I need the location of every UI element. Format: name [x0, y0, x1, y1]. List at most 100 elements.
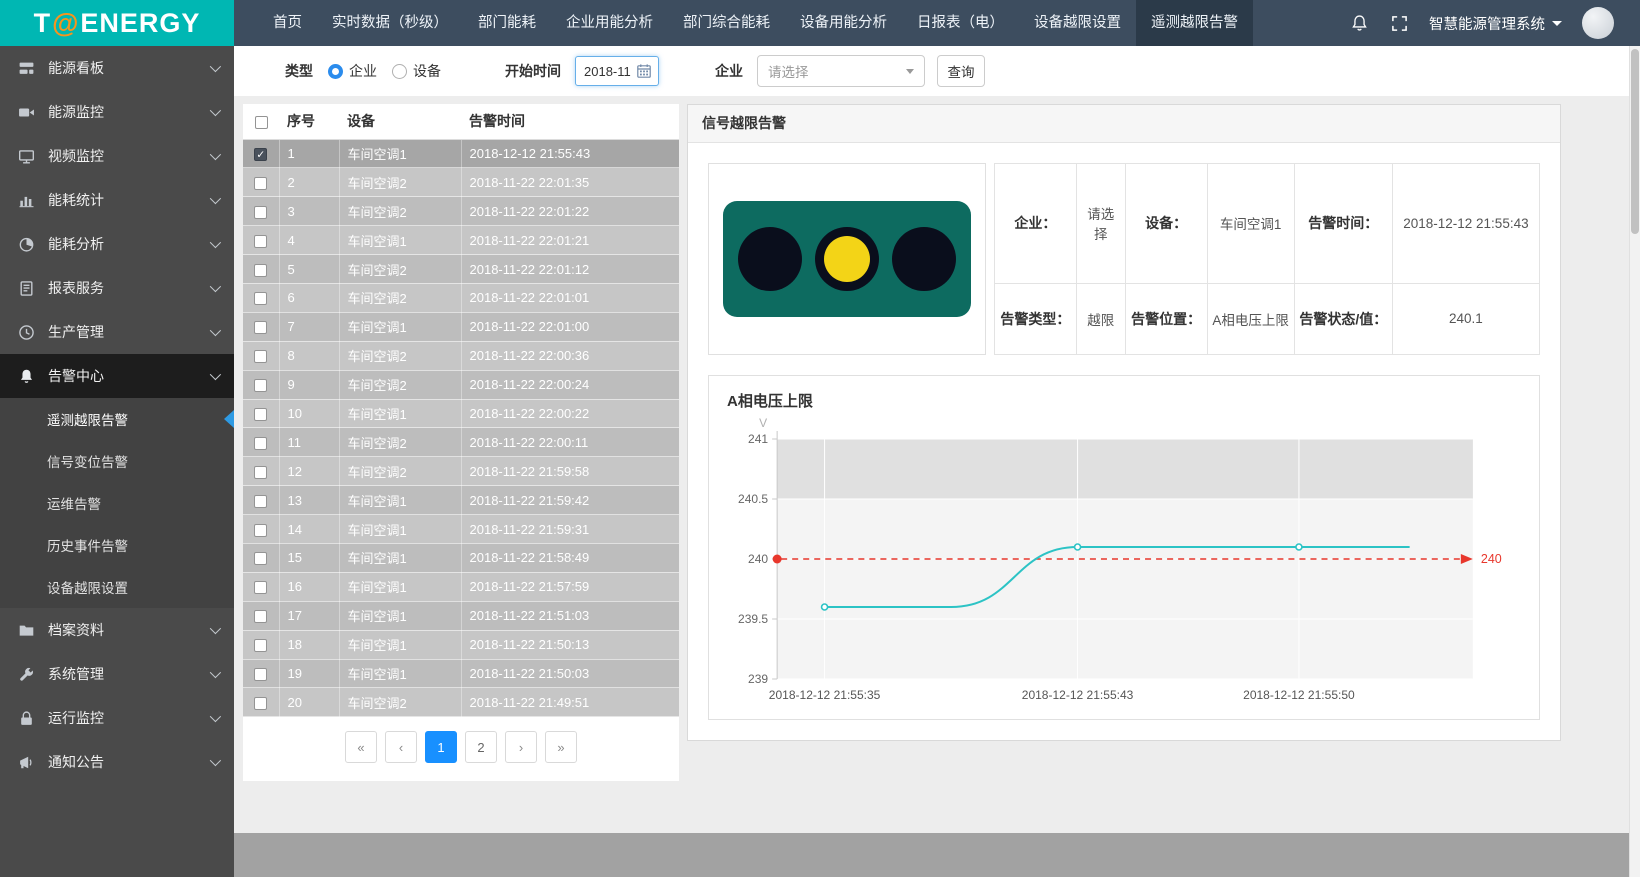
row-no: 2: [279, 168, 339, 197]
next-page-button[interactable]: ›: [505, 731, 537, 763]
row-checkbox[interactable]: [254, 466, 267, 479]
row-checkbox[interactable]: [254, 437, 267, 450]
sidebar-item-alarm-center[interactable]: 告警中心: [0, 354, 234, 398]
calendar-icon[interactable]: [636, 63, 652, 79]
table-row[interactable]: 19车间空调12018-11-22 21:50:03: [243, 659, 679, 688]
table-row[interactable]: 16车间空调12018-11-22 21:57:59: [243, 572, 679, 601]
scrollbar-thumb[interactable]: [1631, 49, 1639, 234]
radio-selected-icon: [328, 64, 343, 79]
table-row[interactable]: 13车间空调12018-11-22 21:59:42: [243, 486, 679, 515]
last-page-button[interactable]: »: [545, 731, 577, 763]
table-row[interactable]: 3车间空调22018-11-22 22:01:22: [243, 197, 679, 226]
nav-item-realtime-data[interactable]: 实时数据（秒级）: [317, 0, 463, 46]
bell-icon[interactable]: [1349, 13, 1369, 33]
company-select-value: 请选择: [768, 61, 906, 81]
sidebar-subitem-history-event-alarm[interactable]: 历史事件告警: [0, 524, 234, 566]
table-row[interactable]: 14车间空调12018-11-22 21:59:31: [243, 515, 679, 544]
search-button[interactable]: 查询: [937, 55, 985, 87]
sidebar-item-notice[interactable]: 通知公告: [0, 740, 234, 784]
table-row[interactable]: 4车间空调12018-11-22 22:01:21: [243, 226, 679, 255]
page-2-button[interactable]: 2: [465, 731, 497, 763]
table-row[interactable]: 9车间空调22018-11-22 22:00:24: [243, 370, 679, 399]
page-1-button[interactable]: 1: [425, 731, 457, 763]
row-checkbox[interactable]: [254, 350, 267, 363]
row-checkbox[interactable]: [254, 495, 267, 508]
table-row[interactable]: 17车间空调12018-11-22 21:51:03: [243, 601, 679, 630]
sidebar-item-archives[interactable]: 档案资料: [0, 608, 234, 652]
row-checkbox-cell: [243, 283, 279, 312]
alarm-info-table: 企业： 请选择 设备： 车间空调1 告警时间： 2018-12-12 21:55…: [994, 163, 1540, 355]
sidebar-item-label: 能耗分析: [48, 234, 210, 254]
select-all-checkbox[interactable]: [255, 116, 268, 129]
sidebar-item-energy-stats[interactable]: 能耗统计: [0, 178, 234, 222]
sidebar-item-system-management[interactable]: 系统管理: [0, 652, 234, 696]
row-checkbox[interactable]: [254, 581, 267, 594]
system-name-menu[interactable]: 智慧能源管理系统: [1429, 13, 1562, 34]
sidebar-item-energy-dashboard[interactable]: 能源看板: [0, 46, 234, 90]
row-device: 车间空调1: [339, 515, 461, 544]
sidebar-subitem-signal-change-alarm[interactable]: 信号变位告警: [0, 440, 234, 482]
table-row[interactable]: 6车间空调22018-11-22 22:01:01: [243, 283, 679, 312]
nav-item-company-energy-analysis[interactable]: 企业用能分析: [551, 0, 668, 46]
row-checkbox-cell: [243, 659, 279, 688]
avatar[interactable]: [1582, 7, 1614, 39]
vertical-scrollbar[interactable]: [1629, 46, 1640, 877]
row-checkbox-cell: [243, 601, 279, 630]
prev-page-button[interactable]: ‹: [385, 731, 417, 763]
row-checkbox[interactable]: [254, 524, 267, 537]
nav-item-home[interactable]: 首页: [258, 0, 317, 46]
nav-item-telemetry-limit-alarm[interactable]: 遥测越限告警: [1136, 0, 1253, 46]
row-checkbox[interactable]: [254, 235, 267, 248]
traffic-light-bulb-off-right: [892, 227, 956, 291]
radio-device[interactable]: 设备: [392, 61, 441, 81]
table-row[interactable]: 15车间空调12018-11-22 21:58:49: [243, 543, 679, 572]
first-page-button[interactable]: «: [345, 731, 377, 763]
nav-item-dept-comprehensive-energy[interactable]: 部门综合能耗: [668, 0, 785, 46]
row-checkbox[interactable]: [254, 379, 267, 392]
table-row[interactable]: 5车间空调22018-11-22 22:01:12: [243, 255, 679, 284]
sidebar-item-energy-monitor[interactable]: 能源监控: [0, 90, 234, 134]
row-checkbox[interactable]: [254, 639, 267, 652]
nav-item-daily-report-electric[interactable]: 日报表（电）: [902, 0, 1019, 46]
table-row[interactable]: 20车间空调22018-11-22 21:49:51: [243, 688, 679, 717]
fullscreen-icon[interactable]: [1389, 13, 1409, 33]
company-select[interactable]: 请选择: [757, 55, 925, 87]
sidebar-subitem-ops-alarm[interactable]: 运维告警: [0, 482, 234, 524]
nav-item-device-energy-analysis[interactable]: 设备用能分析: [785, 0, 902, 46]
row-checkbox[interactable]: [254, 292, 267, 305]
sidebar-item-report-service[interactable]: 报表服务: [0, 266, 234, 310]
table-row[interactable]: 2车间空调22018-11-22 22:01:35: [243, 168, 679, 197]
row-checkbox[interactable]: [254, 264, 267, 277]
row-checkbox[interactable]: [254, 177, 267, 190]
brand-logo[interactable]: T@ENERGY: [0, 0, 234, 46]
row-no: 19: [279, 659, 339, 688]
row-checkbox[interactable]: ✓: [254, 148, 267, 161]
sidebar-item-energy-analysis[interactable]: 能耗分析: [0, 222, 234, 266]
row-checkbox[interactable]: [254, 552, 267, 565]
sidebar-item-video-monitor[interactable]: 视频监控: [0, 134, 234, 178]
table-row[interactable]: ✓1车间空调12018-12-12 21:55:43: [243, 139, 679, 168]
row-checkbox[interactable]: [254, 697, 267, 710]
table-row[interactable]: 12车间空调22018-11-22 21:59:58: [243, 457, 679, 486]
row-checkbox[interactable]: [254, 321, 267, 334]
row-device: 车间空调1: [339, 543, 461, 572]
table-row[interactable]: 10车间空调12018-11-22 22:00:22: [243, 399, 679, 428]
row-checkbox[interactable]: [254, 408, 267, 421]
table-row[interactable]: 11车间空调22018-11-22 22:00:11: [243, 428, 679, 457]
row-alarm-time: 2018-11-22 22:00:11: [461, 428, 679, 457]
table-row[interactable]: 18车间空调12018-11-22 21:50:13: [243, 630, 679, 659]
sidebar-item-production-management[interactable]: 生产管理: [0, 310, 234, 354]
table-row[interactable]: 7车间空调12018-11-22 22:01:00: [243, 312, 679, 341]
sidebar-subitem-device-limit-setting[interactable]: 设备越限设置: [0, 566, 234, 608]
row-checkbox[interactable]: [254, 668, 267, 681]
start-time-input[interactable]: 2018-11: [575, 56, 659, 86]
table-row[interactable]: 8车间空调22018-11-22 22:00:36: [243, 341, 679, 370]
radio-company[interactable]: 企业: [328, 61, 377, 81]
sidebar-item-operation-monitor[interactable]: 运行监控: [0, 696, 234, 740]
sidebar-subitem-telemetry-limit-alarm[interactable]: 遥测越限告警: [0, 398, 234, 440]
nav-item-device-limit-setting[interactable]: 设备越限设置: [1019, 0, 1136, 46]
row-checkbox[interactable]: [254, 610, 267, 623]
row-checkbox[interactable]: [254, 206, 267, 219]
nav-item-dept-energy[interactable]: 部门能耗: [463, 0, 551, 46]
row-no: 11: [279, 428, 339, 457]
